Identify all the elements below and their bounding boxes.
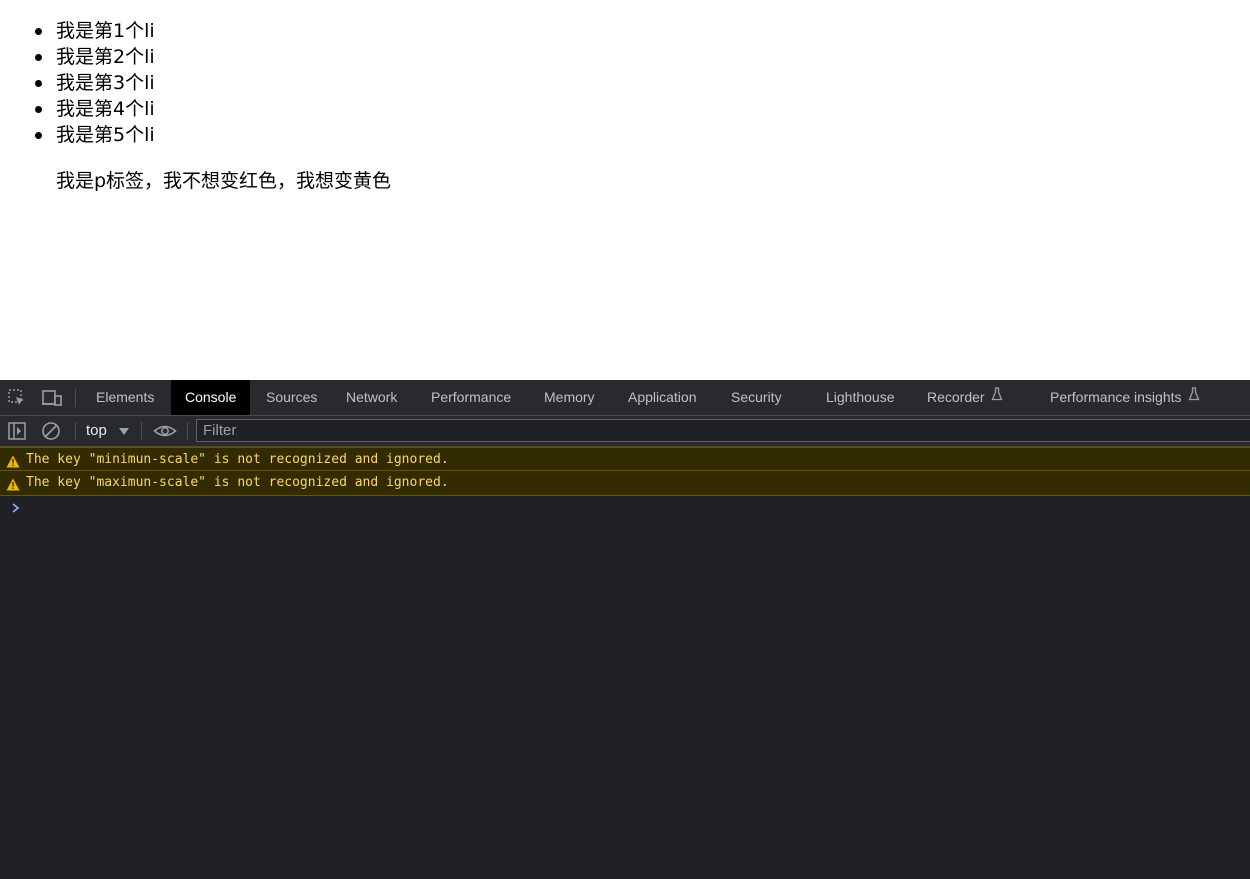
tab-label: Performance — [431, 389, 512, 405]
console-toolbar: top — [0, 416, 1250, 447]
paragraph: 我是p标签，我不想变红色，我想变黄色 — [56, 170, 392, 192]
li-list: 我是第1个li 我是第2个li 我是第3个li 我是第4个li 我是第5个li — [35, 18, 155, 148]
warning-icon — [6, 453, 20, 468]
chevron-down-icon — [119, 428, 129, 435]
tab-label: Network — [346, 389, 398, 405]
list-item-text: 我是第5个li — [56, 124, 155, 146]
bullet — [35, 54, 42, 61]
tab-label: Console — [185, 389, 237, 405]
console-warning: The key "minimun-scale" is not recognize… — [0, 447, 1250, 471]
tab-label: Sources — [266, 389, 318, 405]
live-expression-eye-icon[interactable] — [153, 421, 177, 441]
bullet — [35, 106, 42, 113]
tab-label: Lighthouse — [826, 389, 895, 405]
tab-label: Recorder — [927, 389, 985, 405]
bullet — [35, 28, 42, 35]
tab-network[interactable]: Network — [332, 380, 411, 415]
warning-message: The key "maximun-scale" is not recognize… — [26, 475, 449, 490]
warning-icon — [6, 476, 20, 491]
tab-label: Elements — [96, 389, 155, 405]
list-item: 我是第2个li — [35, 44, 155, 70]
flask-icon — [991, 379, 1003, 414]
list-item-text: 我是第3个li — [56, 72, 155, 94]
rendered-page: 我是第1个li 我是第2个li 我是第3个li 我是第4个li 我是第5个li … — [0, 0, 1250, 380]
devtools-tabbar: Elements Console Sources Network Perform… — [0, 380, 1250, 416]
tab-memory[interactable]: Memory — [530, 380, 609, 415]
tab-label: Memory — [544, 389, 595, 405]
console-messages: The key "minimun-scale" is not recognize… — [0, 447, 1250, 496]
tab-sources[interactable]: Sources — [252, 380, 331, 415]
tab-lighthouse[interactable]: Lighthouse — [812, 380, 909, 415]
list-item-text: 我是第1个li — [56, 20, 155, 42]
tab-label: Application — [628, 389, 697, 405]
list-item: 我是第5个li — [35, 122, 155, 148]
list-item: 我是第3个li — [35, 70, 155, 96]
console-warning: The key "maximun-scale" is not recognize… — [0, 471, 1250, 496]
bullet — [35, 132, 42, 139]
flask-icon — [1188, 379, 1200, 414]
toolbar-separator — [141, 422, 142, 440]
device-toolbar-icon[interactable] — [41, 388, 62, 408]
list-item-text: 我是第4个li — [56, 98, 155, 120]
tab-application[interactable]: Application — [614, 380, 711, 415]
show-sidebar-icon[interactable] — [7, 421, 27, 441]
tab-label: Performance insights — [1050, 389, 1182, 405]
tabbar-separator — [75, 389, 76, 407]
tab-label: Security — [731, 389, 782, 405]
devtools-panel: Elements Console Sources Network Perform… — [0, 380, 1250, 879]
filter-input[interactable] — [196, 419, 1250, 442]
tab-recorder[interactable]: Recorder — [913, 380, 1017, 415]
warning-message: The key "minimun-scale" is not recognize… — [26, 452, 449, 467]
tab-console[interactable]: Console — [171, 380, 251, 415]
context-label: top — [86, 422, 107, 439]
bullet — [35, 80, 42, 87]
list-item: 我是第1个li — [35, 18, 155, 44]
toolbar-separator — [187, 422, 188, 440]
console-prompt-chevron-icon[interactable] — [10, 501, 22, 515]
inspect-element-icon[interactable] — [7, 388, 27, 408]
tab-performance-insights[interactable]: Performance insights — [1036, 380, 1214, 415]
list-item: 我是第4个li — [35, 96, 155, 122]
tab-performance[interactable]: Performance — [417, 380, 525, 415]
clear-console-icon[interactable] — [41, 421, 61, 441]
context-selector[interactable]: top — [86, 416, 129, 446]
toolbar-separator — [75, 422, 76, 440]
tab-elements[interactable]: Elements — [82, 380, 168, 415]
tab-security[interactable]: Security — [717, 380, 796, 415]
list-item-text: 我是第2个li — [56, 46, 155, 68]
